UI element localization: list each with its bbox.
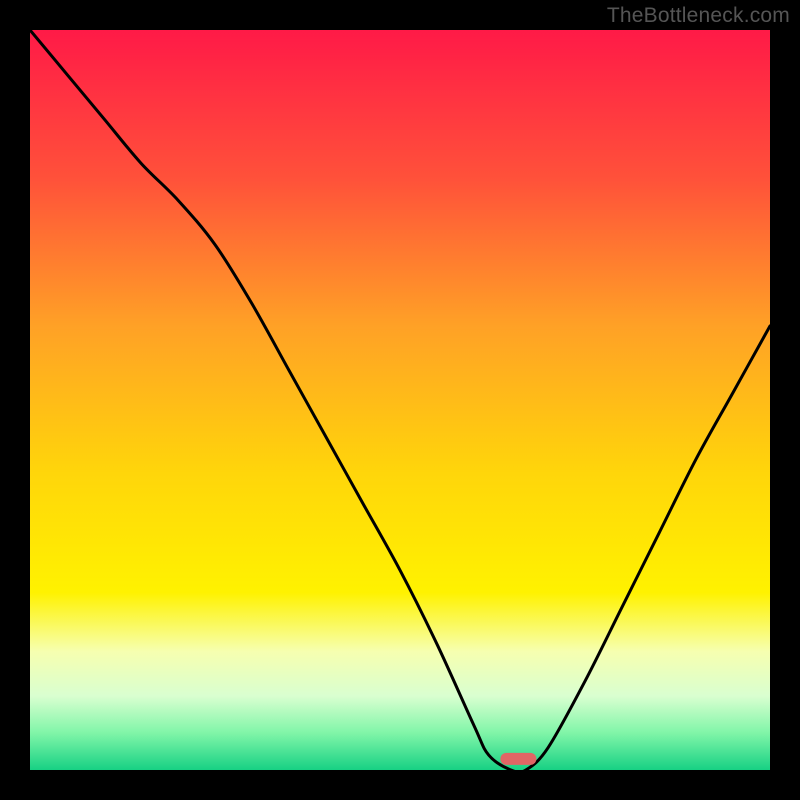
- heatmap-background: [30, 30, 770, 770]
- chart-svg: [30, 30, 770, 770]
- watermark-text: TheBottleneck.com: [607, 4, 790, 28]
- plot-area: [30, 30, 770, 770]
- chart-frame: TheBottleneck.com: [0, 0, 800, 800]
- optimal-marker: [500, 753, 536, 765]
